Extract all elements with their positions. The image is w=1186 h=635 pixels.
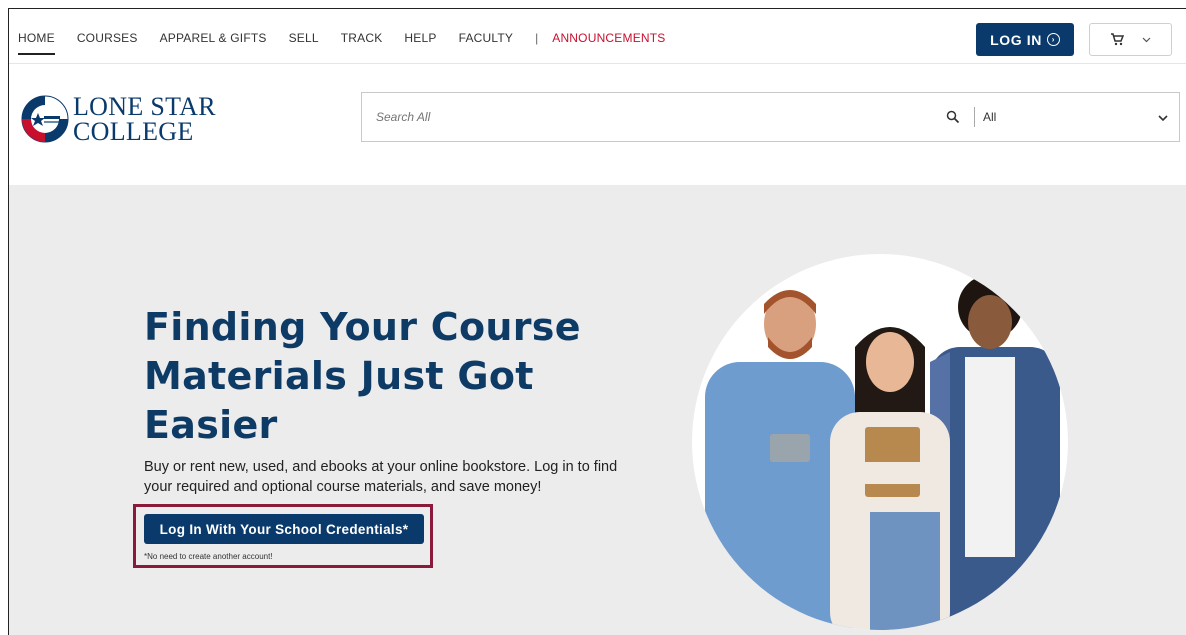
search-icon[interactable] [946, 110, 960, 124]
logo-line-2: College [73, 117, 194, 146]
chevron-down-icon[interactable] [1157, 112, 1169, 124]
login-button-label: LOG IN [990, 31, 1042, 48]
logo-wordmark: Lone Star College [73, 92, 216, 146]
lone-star-college-badge [21, 95, 69, 143]
nav-apparel-gifts[interactable]: APPAREL & GIFTS [160, 31, 267, 45]
nav-track[interactable]: TRACK [341, 31, 383, 45]
students-photo [692, 254, 1068, 630]
nav-links: HOME COURSES APPAREL & GIFTS SELL TRACK … [18, 31, 666, 55]
chevron-down-icon [1142, 37, 1151, 42]
nav-home[interactable]: HOME [18, 31, 55, 55]
search-divider [974, 107, 975, 127]
top-navigation: HOME COURSES APPAREL & GIFTS SELL TRACK … [9, 9, 1186, 64]
cart-button[interactable] [1089, 23, 1172, 56]
hero-description: Buy or rent new, used, and ebooks at you… [144, 459, 618, 495]
login-school-credentials-button[interactable]: Log In With Your School Credentials* [144, 514, 424, 544]
nav-sell[interactable]: SELL [289, 31, 319, 45]
logo-line-1: Lone Star [73, 92, 216, 121]
nav-announcements[interactable]: ANNOUNCEMENTS [552, 31, 665, 45]
lone-star-college-logo[interactable]: Lone Star College [20, 92, 220, 146]
search-bar: All [361, 92, 1180, 142]
nav-faculty[interactable]: FACULTY [459, 31, 514, 45]
hero-section: Finding Your Course Materials Just Got E… [9, 185, 1186, 635]
cta-note: *No need to create another account! [144, 552, 273, 561]
hero-headline: Finding Your Course Materials Just Got E… [144, 305, 581, 447]
search-category-select[interactable]: All [983, 110, 996, 124]
nav-courses[interactable]: COURSES [77, 31, 138, 45]
cart-icon [1111, 33, 1124, 46]
login-button[interactable]: LOG IN › [976, 23, 1074, 56]
nav-separator: | [535, 31, 539, 45]
search-input[interactable] [376, 110, 916, 124]
arrow-circle-icon: › [1046, 33, 1060, 46]
nav-help[interactable]: HELP [404, 31, 436, 45]
